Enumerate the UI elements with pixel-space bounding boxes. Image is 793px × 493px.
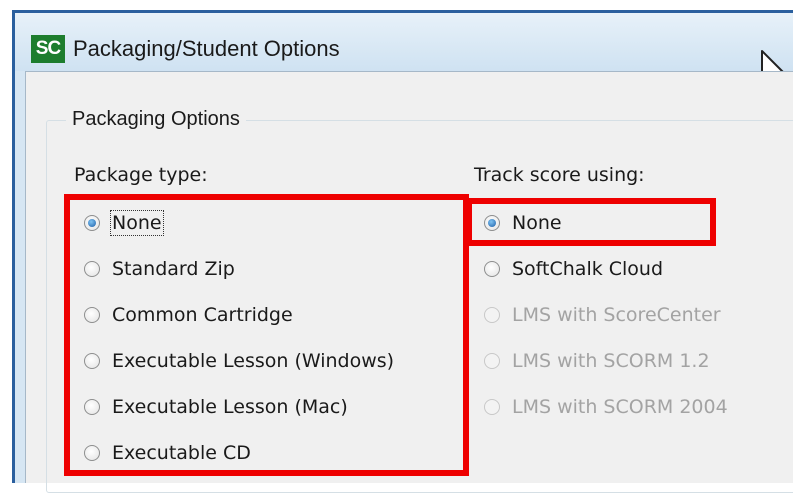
option-label: LMS with SCORM 2004 <box>512 396 728 418</box>
track-score-option-lms-scorm-2004: LMS with SCORM 2004 <box>484 392 728 422</box>
track-score-option-lms-scorm-12: LMS with SCORM 1.2 <box>484 346 710 376</box>
option-label: SoftChalk Cloud <box>512 258 664 280</box>
dialog-window: SC Packaging/Student Options Packaging O… <box>12 10 793 493</box>
radio-icon <box>484 399 500 415</box>
option-label: LMS with ScoreCenter <box>512 304 721 326</box>
window-title: Packaging/Student Options <box>73 36 340 61</box>
track-score-option-softchalk-cloud[interactable]: SoftChalk Cloud <box>484 254 663 284</box>
package-type-label: Package type: <box>74 164 208 186</box>
track-score-none-highlight <box>466 198 716 246</box>
app-icon: SC <box>31 35 65 63</box>
package-type-highlight <box>64 194 469 476</box>
dialog-content: Packaging Options Package type: None Sta… <box>25 71 793 493</box>
track-score-label: Track score using: <box>474 164 645 186</box>
radio-icon[interactable] <box>484 261 500 277</box>
track-score-option-lms-scorecenter: LMS with ScoreCenter <box>484 300 721 330</box>
option-label: LMS with SCORM 1.2 <box>512 350 710 372</box>
radio-icon <box>484 307 500 323</box>
radio-icon <box>484 353 500 369</box>
title-bar[interactable]: SC Packaging/Student Options <box>15 13 793 71</box>
packaging-options-legend: Packaging Options <box>66 108 246 131</box>
